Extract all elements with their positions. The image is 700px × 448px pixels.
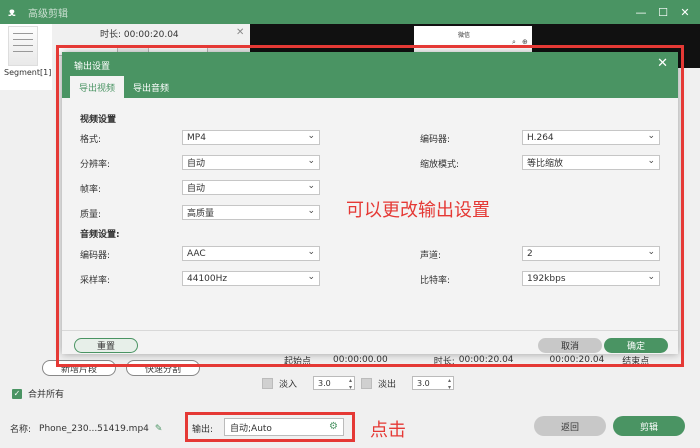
fade-in-value: 3.0 [318, 378, 331, 388]
duration-label: 时长: [100, 30, 122, 40]
fade-out-value: 3.0 [417, 378, 430, 388]
app-logo-icon: ᴥ [8, 5, 16, 19]
merge-all-row[interactable]: ✓ 合并所有 [12, 387, 64, 400]
file-name: Phone_230...51419.mp4 [39, 423, 149, 434]
merge-all-label: 合并所有 [28, 390, 65, 400]
close-segment-icon[interactable]: ✕ [236, 27, 244, 38]
cut-button[interactable]: 剪辑 [613, 416, 685, 436]
segment-panel: Segment[1] [0, 24, 52, 90]
phone-preview-title: 微信 [458, 32, 471, 39]
close-icon[interactable]: ✕ [674, 1, 696, 23]
fade-in-checkbox[interactable] [262, 377, 273, 389]
title-bar: ᴥ 高级剪辑 — ☐ ✕ [0, 0, 700, 24]
fade-row: 淡入 3.0 淡出 3.0 [262, 376, 460, 391]
fade-out-checkbox[interactable] [361, 377, 373, 389]
back-button[interactable]: 返回 [534, 416, 606, 436]
segment-label: Segment[1] [4, 68, 52, 77]
minimize-icon[interactable]: — [630, 1, 652, 23]
duration-display: 时长: 00:00:20.04 [100, 27, 179, 40]
window-title: 高级剪辑 [28, 8, 68, 20]
fade-in-stepper[interactable]: 3.0 [313, 376, 356, 391]
fade-in-label: 淡入 [279, 379, 298, 390]
duration-value: 00:00:20.04 [123, 30, 179, 40]
fade-out-stepper[interactable]: 3.0 [412, 376, 455, 391]
click-annotation: 点击 [370, 420, 406, 441]
settings-annotation: 可以更改输出设置 [346, 200, 490, 221]
fade-out-label: 淡出 [378, 379, 397, 390]
edit-name-icon[interactable]: ✎ [155, 424, 163, 434]
maximize-icon[interactable]: ☐ [652, 1, 674, 23]
file-name-row: 名称: Phone_230...51419.mp4 ✎ [10, 422, 163, 436]
window-controls: — ☐ ✕ [630, 0, 696, 24]
name-label: 名称: [10, 425, 32, 435]
segment-thumbnail[interactable] [8, 26, 38, 66]
merge-all-checkbox[interactable]: ✓ [12, 388, 22, 399]
output-highlight-box [185, 412, 355, 442]
